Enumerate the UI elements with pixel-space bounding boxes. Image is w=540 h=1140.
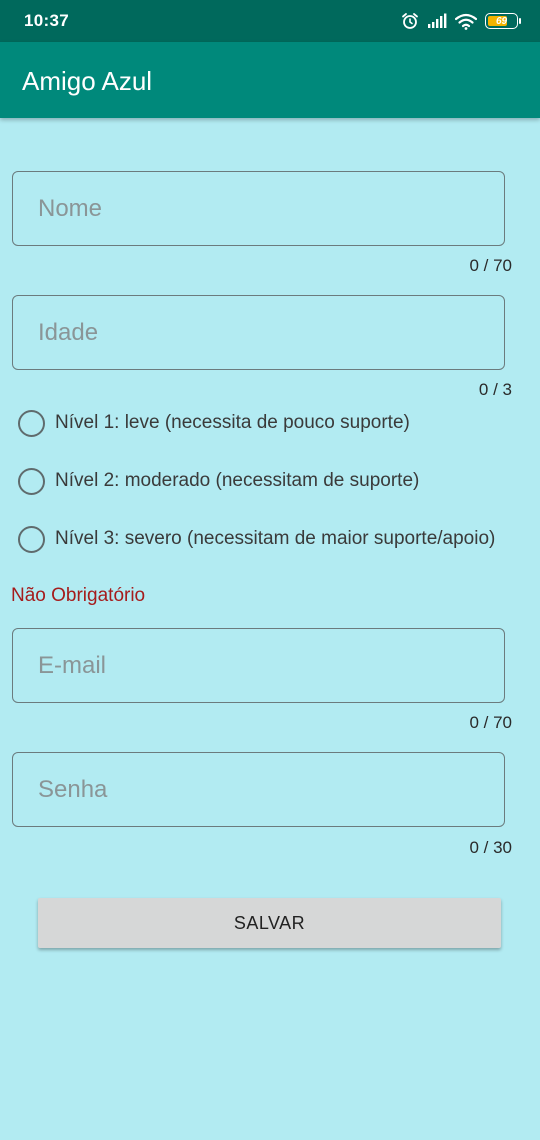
radio-button[interactable] [18,409,45,437]
status-time: 10:37 [24,11,69,30]
signal-icon [428,13,447,28]
email-counter: 0 / 70 [469,713,512,732]
status-bar: 10:37 69 [0,0,540,42]
radio-level-3[interactable]: Nível 3: severo (necessitam de maior sup… [18,524,495,554]
password-input[interactable] [13,753,504,826]
age-input[interactable] [13,296,504,369]
app-bar: Amigo Azul [0,42,540,118]
age-field[interactable] [12,295,505,370]
email-input[interactable] [13,629,504,702]
password-field[interactable] [12,752,505,827]
alarm-icon [402,13,418,29]
radio-level-1[interactable]: Nível 1: leve (necessita de pouco suport… [18,408,410,438]
name-field[interactable] [12,171,505,246]
status-icons: 69 [401,11,521,31]
radio-button[interactable] [18,467,45,495]
wifi-icon [455,13,477,30]
radio-label: Nível 1: leve (necessita de pouco suport… [55,412,410,433]
password-counter: 0 / 30 [469,838,512,857]
save-button[interactable]: SALVAR [38,898,501,948]
name-counter: 0 / 70 [469,256,512,275]
app-title: Amigo Azul [22,66,153,96]
radio-button[interactable] [18,525,45,553]
email-field[interactable] [12,628,505,703]
age-counter: 0 / 3 [478,380,512,399]
name-input[interactable] [13,172,504,245]
radio-level-2[interactable]: Nível 2: moderado (necessitam de suporte… [18,466,419,496]
battery-tip [519,18,521,24]
battery-level-text: 69 [495,15,508,27]
radio-label: Nível 2: moderado (necessitam de suporte… [55,470,420,491]
battery-icon: 69 [485,13,521,29]
radio-label: Nível 3: severo (necessitam de maior sup… [55,528,496,549]
optional-section-label: Não Obrigatório [11,585,146,606]
